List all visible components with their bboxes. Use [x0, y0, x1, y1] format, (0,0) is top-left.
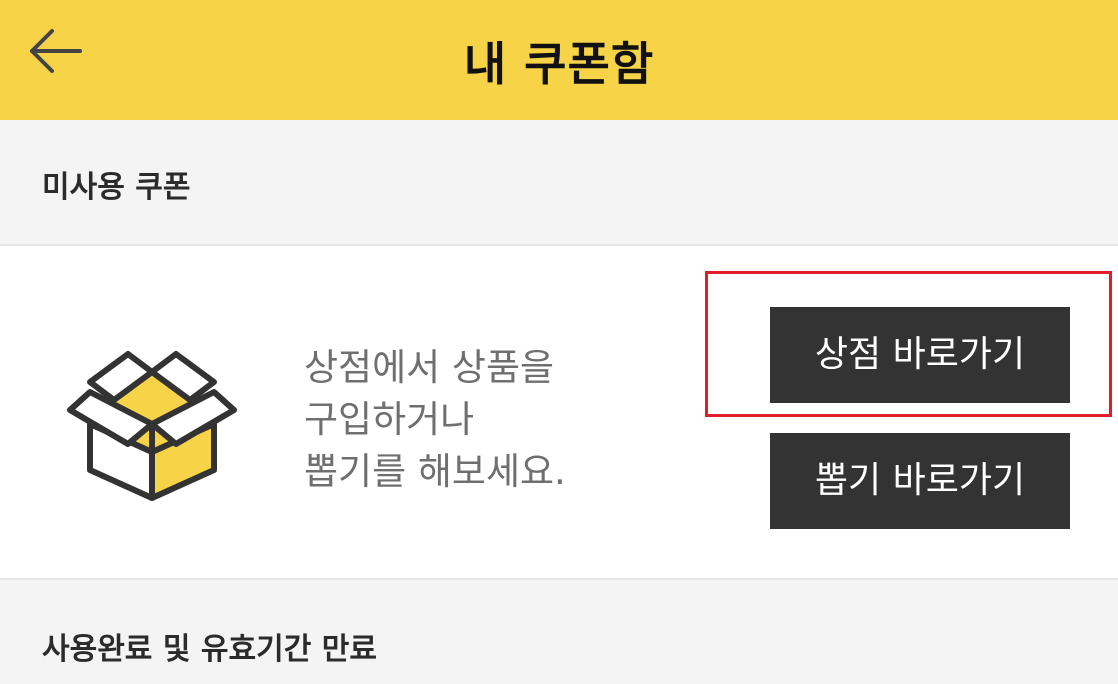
page-title: 내 쿠폰함: [463, 37, 655, 91]
message-line: 구입하거나: [304, 398, 475, 441]
go-to-shop-button[interactable]: 상점 바로가기: [770, 307, 1070, 403]
used-expired-coupons-heading: 사용완료 및 유효기간 만료: [42, 632, 377, 667]
empty-coupon-card: 상점에서 상품을 구입하거나 뽑기를 해보세요. 상점 바로가기 뽑기 바로가기: [0, 244, 1118, 580]
empty-state-message: 상점에서 상품을 구입하거나 뽑기를 해보세요.: [304, 342, 684, 498]
app-header: 내 쿠폰함: [0, 0, 1118, 120]
message-line: 상점에서 상품을: [304, 346, 555, 389]
unused-coupons-heading: 미사용 쿠폰: [42, 170, 191, 205]
message-line: 뽑기를 해보세요.: [304, 450, 566, 493]
go-to-draw-button[interactable]: 뽑기 바로가기: [770, 433, 1070, 529]
open-box-icon: [67, 351, 237, 501]
